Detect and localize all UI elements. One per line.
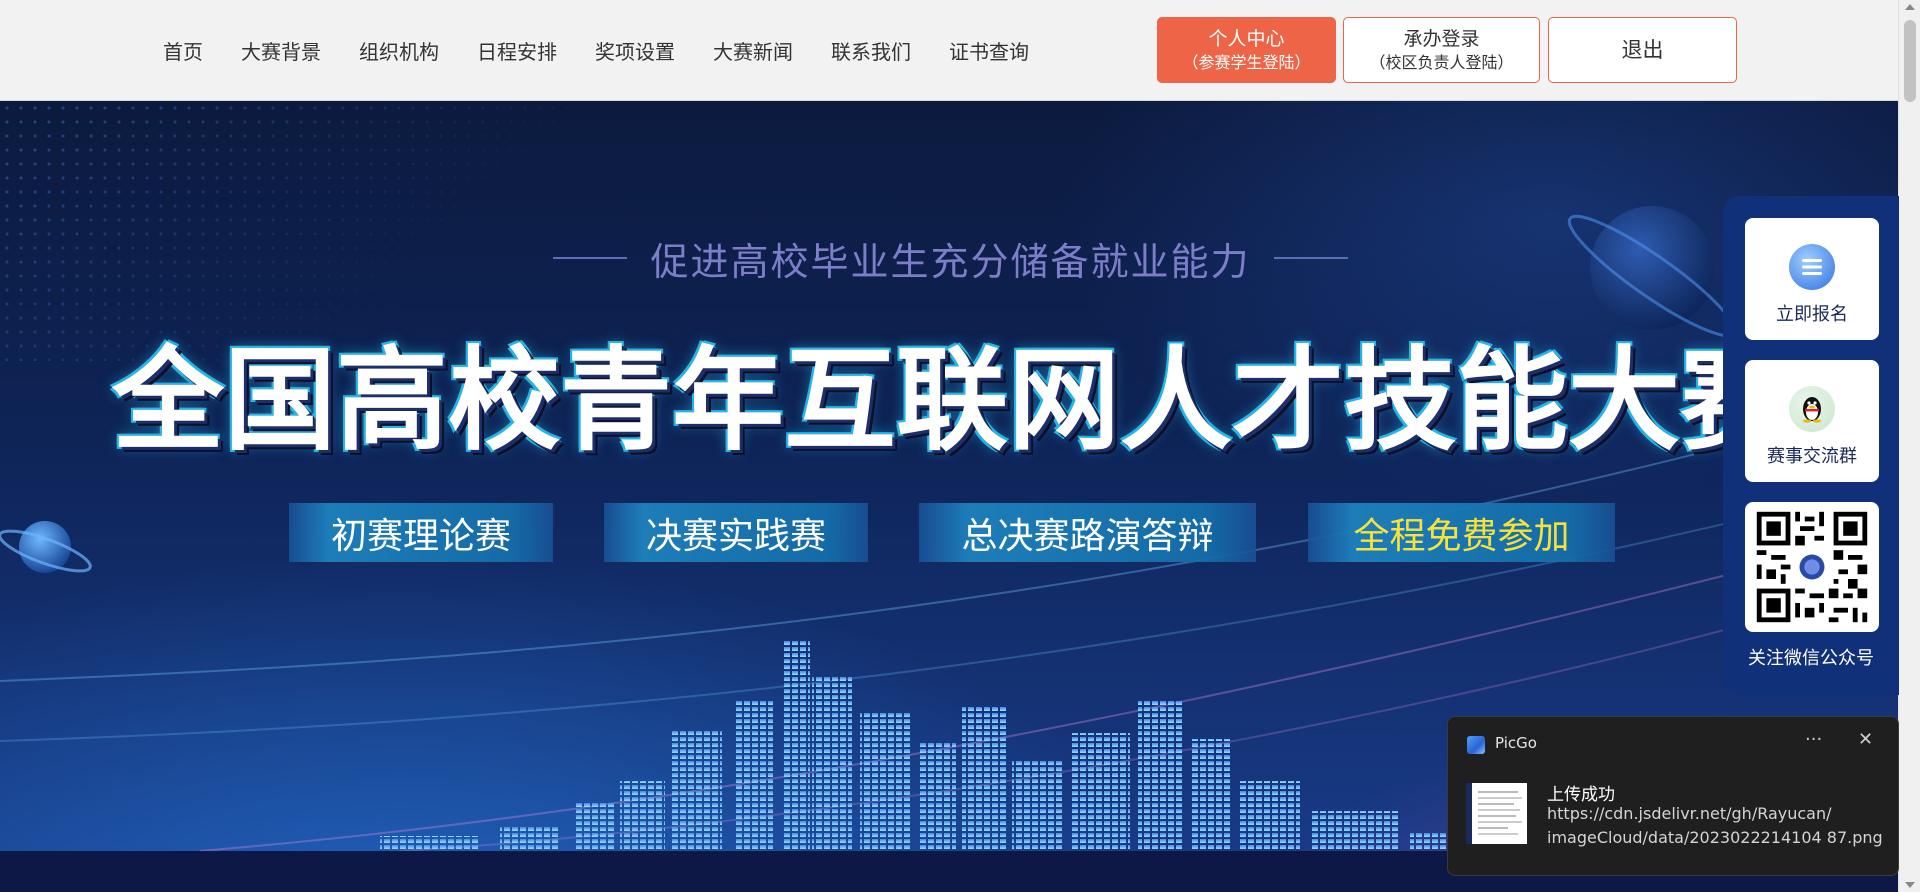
page-scrollbar[interactable] (1898, 0, 1920, 892)
nav-home[interactable]: 首页 (163, 36, 203, 65)
nav-certificate[interactable]: 证书查询 (949, 36, 1029, 65)
logout-label: 退出 (1621, 38, 1664, 62)
nav-awards[interactable]: 奖项设置 (595, 36, 675, 65)
toast-url-line-1: https://cdn.jsdelivr.net/gh/Rayucan/ (1547, 804, 1832, 823)
wechat-follow-label: 关注微信公众号 (1748, 648, 1874, 669)
float-side-panel: 立即报名 赛事交流群 关注微信公众号 (1723, 196, 1899, 695)
site-header: 首页 大赛背景 组织机构 日程安排 奖项设置 大赛新闻 联系我们 证书查询 个人… (0, 0, 1898, 101)
more-options-icon[interactable]: ··· (1805, 729, 1822, 750)
host-login-button[interactable]: 承办登录 （校区负责人登陆） (1343, 17, 1540, 83)
personal-center-button[interactable]: 个人中心 （参赛学生登陆） (1157, 17, 1336, 83)
host-login-sublabel: （校区负责人登陆） (1369, 53, 1514, 72)
register-now-button[interactable]: 立即报名 (1745, 218, 1879, 340)
register-now-label: 立即报名 (1776, 304, 1848, 325)
toast-title: 上传成功 (1547, 785, 1615, 805)
scroll-down-arrow-icon[interactable] (1905, 882, 1915, 888)
pill-final-practice: 决赛实践赛 (604, 503, 868, 562)
register-list-icon (1789, 244, 1835, 290)
pill-preliminary: 初赛理论赛 (289, 503, 553, 562)
subtitle-line-right (1273, 257, 1348, 259)
nav-organization[interactable]: 组织机构 (359, 36, 439, 65)
banner-main-title: 全国高校青年互联网人才技能大赛 (112, 336, 1792, 466)
wechat-qr-card (1745, 502, 1879, 632)
uploaded-image-thumbnail (1466, 783, 1527, 844)
exchange-group-button[interactable]: 赛事交流群 (1745, 360, 1879, 482)
nav-schedule[interactable]: 日程安排 (477, 36, 557, 65)
toast-url-line-2: imageCloud/data/2023022214104 87.png (1547, 828, 1883, 847)
pill-free: 全程免费参加 (1308, 503, 1615, 562)
logout-button[interactable]: 退出 (1548, 17, 1737, 83)
toast-app-name: PicGo (1495, 734, 1537, 752)
nav-news[interactable]: 大赛新闻 (713, 36, 793, 65)
wechat-qr-code (1752, 507, 1872, 627)
banner-subtitle-row: 促进高校毕业生充分储备就业能力 (553, 230, 1348, 286)
city-skyline (380, 641, 1510, 851)
qq-penguin-icon (1789, 386, 1835, 432)
personal-center-label: 个人中心 (1208, 28, 1285, 50)
banner-subtitle: 促进高校毕业生充分储备就业能力 (650, 239, 1251, 284)
pill-roadshow: 总决赛路演答辩 (919, 503, 1256, 562)
scroll-thumb[interactable] (1904, 20, 1916, 102)
exchange-group-label: 赛事交流群 (1767, 446, 1857, 467)
picgo-logo-icon (1467, 736, 1485, 754)
personal-center-sublabel: （参赛学生登陆） (1182, 53, 1311, 72)
host-login-label: 承办登录 (1403, 28, 1480, 50)
subtitle-line-left (553, 257, 627, 259)
nav-contact[interactable]: 联系我们 (831, 36, 911, 65)
close-icon[interactable]: ✕ (1858, 729, 1873, 750)
nav-background[interactable]: 大赛背景 (241, 36, 321, 65)
scroll-up-arrow-icon[interactable] (1905, 4, 1915, 10)
main-nav: 首页 大赛背景 组织机构 日程安排 奖项设置 大赛新闻 联系我们 证书查询 (144, 0, 1048, 101)
picgo-notification[interactable]: PicGo ··· ✕ 上传成功 https://cdn.jsdelivr.ne… (1447, 716, 1899, 876)
